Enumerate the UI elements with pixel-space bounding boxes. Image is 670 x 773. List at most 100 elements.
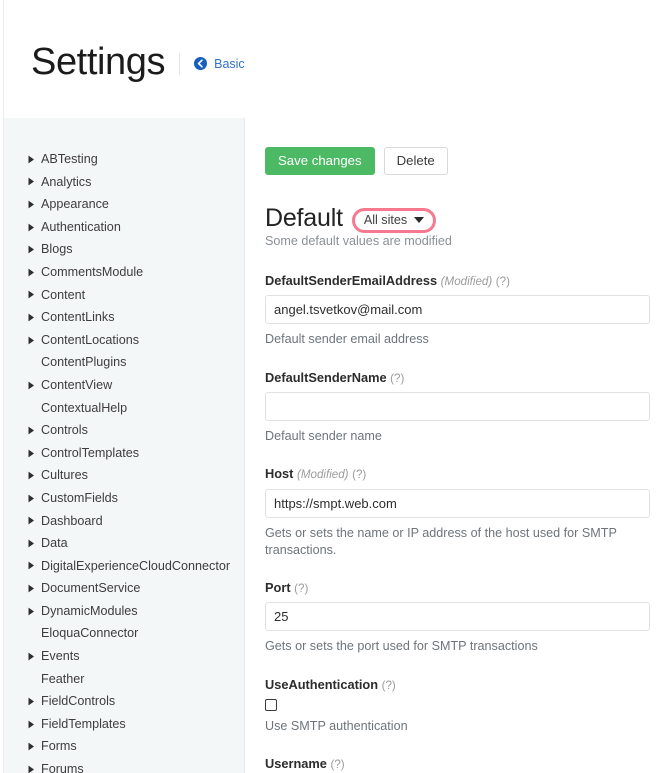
sidebar-item-dynamicmodules[interactable]: DynamicModules [4,600,244,623]
sidebar-item-controls[interactable]: Controls [4,419,244,442]
chevron-right-icon[interactable] [28,155,39,164]
chevron-right-icon[interactable] [28,381,39,390]
chevron-right-icon[interactable] [28,584,39,593]
field-port: Port (?) Gets or sets the port used for S… [265,580,650,656]
sidebar-item-contextualhelp[interactable]: ContextualHelp [4,397,244,420]
field-checkbox[interactable] [265,699,277,711]
back-arrow-circle-icon [194,57,207,70]
sidebar-item-label: Forms [41,740,77,753]
chevron-right-icon[interactable] [28,516,39,525]
chevron-right-icon[interactable] [28,720,39,729]
field-description: Default sender name [265,428,645,445]
sidebar-item-fieldcontrols[interactable]: FieldControls [4,690,244,713]
sidebar-item-events[interactable]: Events [4,645,244,668]
sidebar-item-label: Authentication [41,221,121,234]
chevron-right-icon[interactable] [28,290,39,299]
settings-field-list: DefaultSenderEmailAddress (Modified) (?)… [265,273,650,773]
sidebar-item-label: DynamicModules [41,605,138,618]
sidebar-item-label: CustomFields [41,492,118,505]
settings-sidebar[interactable]: ABTesting Analytics Appearance Authenticati… [4,118,245,773]
field-help-icon[interactable]: (?) [294,582,308,595]
sidebar-item-label: FieldTemplates [41,718,126,731]
chevron-right-icon[interactable] [28,313,39,322]
chevron-right-icon[interactable] [28,268,39,277]
chevron-right-icon[interactable] [28,539,39,548]
sidebar-item-label: ContentPlugins [41,356,126,369]
sidebar-item-eloquaconnector[interactable]: EloquaConnector [4,622,244,645]
field-modified-tag: (Modified) [441,275,493,288]
field-description: Gets or sets the port used for SMTP tran… [265,638,645,655]
field-help-icon[interactable]: (?) [496,275,510,288]
sidebar-item-customfields[interactable]: CustomFields [4,487,244,510]
chevron-right-icon[interactable] [28,561,39,570]
header-inner: Settings Basic [0,37,245,81]
field-username: Username (?) [265,756,650,773]
page-header: Settings Basic [0,0,670,118]
field-input[interactable] [265,392,650,421]
field-input[interactable] [265,489,650,518]
sidebar-item-authentication[interactable]: Authentication [4,216,244,239]
sidebar-item-label: Dashboard [41,515,103,528]
chevron-right-icon[interactable] [28,697,39,706]
chevron-right-icon[interactable] [28,177,39,186]
field-label: Username (?) [265,756,650,772]
field-description: Default sender email address [265,331,645,348]
field-description: Use SMTP authentication [265,718,645,735]
sidebar-item-appearance[interactable]: Appearance [4,193,244,216]
sidebar-item-contentview[interactable]: ContentView [4,374,244,397]
chevron-right-icon[interactable] [28,200,39,209]
sidebar-item-contentplugins[interactable]: ContentPlugins [4,351,244,374]
sidebar-item-contentlocations[interactable]: ContentLocations [4,329,244,352]
sidebar-item-label: DigitalExperienceCloudConnector [41,560,230,573]
sidebar-item-forums[interactable]: Forums [4,758,244,773]
sidebar-item-dashboard[interactable]: Dashboard [4,510,244,533]
field-useauthentication: UseAuthentication (?) Use SMTP authentica… [265,677,650,736]
field-help-icon[interactable]: (?) [390,372,404,385]
chevron-right-icon[interactable] [28,336,39,345]
field-help-icon[interactable]: (?) [352,468,366,481]
chevron-right-icon[interactable] [28,494,39,503]
chevron-right-icon[interactable] [28,607,39,616]
chevron-right-icon[interactable] [28,471,39,480]
field-input[interactable] [265,295,650,324]
chevron-right-icon[interactable] [28,245,39,254]
sidebar-item-label: Data [41,537,68,550]
sidebar-item-fieldtemplates[interactable]: FieldTemplates [4,713,244,736]
sidebar-item-analytics[interactable]: Analytics [4,171,244,194]
field-help-icon[interactable]: (?) [330,758,344,771]
field-help-icon[interactable]: (?) [382,679,396,692]
sidebar-item-cultures[interactable]: Cultures [4,464,244,487]
field-label: Host (Modified) (?) [265,466,650,482]
field-label-text: Port [265,580,291,595]
chevron-down-icon [414,217,424,223]
chevron-right-icon[interactable] [28,765,39,773]
field-label-text: DefaultSenderEmailAddress [265,273,437,288]
page-title: Settings [31,43,165,81]
chevron-right-icon[interactable] [28,223,39,232]
sidebar-item-commentsmodule[interactable]: CommentsModule [4,261,244,284]
sidebar-item-data[interactable]: Data [4,532,244,555]
sidebar-item-label: Forums [41,763,84,773]
settings-content: Save changes Delete Default All sites So… [246,118,670,773]
delete-button[interactable]: Delete [384,147,448,175]
chevron-right-icon[interactable] [28,742,39,751]
field-label: UseAuthentication (?) [265,677,650,693]
breadcrumb-back-link[interactable]: Basic [194,57,245,71]
chevron-right-icon[interactable] [28,652,39,661]
sidebar-item-forms[interactable]: Forms [4,735,244,758]
chevron-right-icon[interactable] [28,426,39,435]
sidebar-item-contentlinks[interactable]: ContentLinks [4,306,244,329]
save-changes-button[interactable]: Save changes [265,147,375,175]
field-input[interactable] [265,602,650,631]
site-scope-dropdown[interactable]: All sites [352,208,436,233]
sidebar-item-controltemplates[interactable]: ControlTemplates [4,442,244,465]
section-subtitle: Some default values are modified [265,234,650,248]
sidebar-item-content[interactable]: Content [4,284,244,307]
sidebar-item-blogs[interactable]: Blogs [4,238,244,261]
sidebar-item-feather[interactable]: Feather [4,668,244,691]
sidebar-item-label: Analytics [41,176,91,189]
sidebar-item-abtesting[interactable]: ABTesting [4,148,244,171]
sidebar-item-documentservice[interactable]: DocumentService [4,577,244,600]
sidebar-item-digitalexperiencecloudconnector[interactable]: DigitalExperienceCloudConnector [4,555,244,578]
chevron-right-icon[interactable] [28,449,39,458]
